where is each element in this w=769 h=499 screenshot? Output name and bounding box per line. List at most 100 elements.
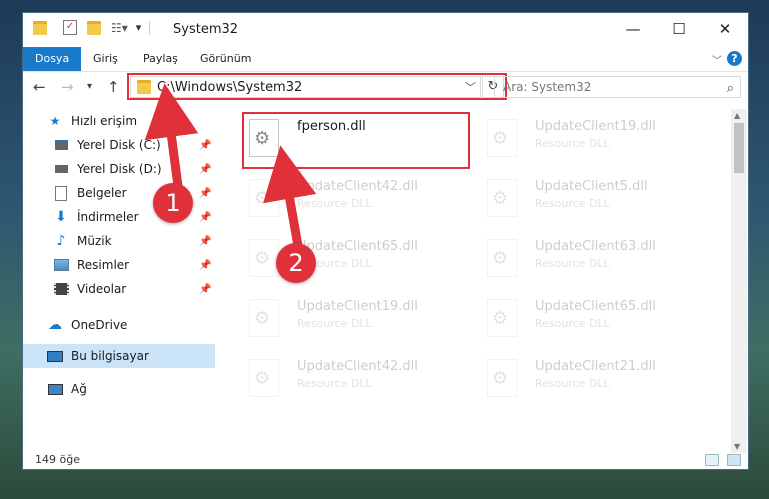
pin-icon[interactable]: 📌 [199,284,211,295]
star-icon: ★ [49,114,61,128]
drive-icon [53,161,69,177]
tab-share[interactable]: Paylaş [131,47,190,71]
address-bar[interactable]: C:\Windows\System32 ﹀ [130,76,481,98]
search-input[interactable]: Ara: System32 ⌕ [494,76,741,98]
sidebar-item-this-pc[interactable]: Bu bilgisayar [23,344,215,368]
address-path: C:\Windows\System32 [157,79,303,95]
download-icon: ⬇ [55,209,67,225]
sidebar-item-label: İndirmeler [77,210,139,224]
dll-file-icon [249,359,279,397]
file-item[interactable]: UpdateClient19.dll Resource DLL [237,293,467,343]
file-type: Resource DLL [297,197,372,210]
file-item[interactable]: UpdateClient63.dll Resource DLL [475,233,705,283]
address-dropdown-icon[interactable]: ﹀ [465,79,476,95]
file-item[interactable]: UpdateClient65.dll Resource DLL [475,293,705,343]
pin-icon[interactable]: 📌 [199,212,211,223]
sidebar-item-label: Ağ [71,382,87,396]
file-type: Resource DLL [535,317,610,330]
dll-file-icon [249,179,279,217]
file-type: Resource DLL [535,377,610,390]
back-arrow-icon[interactable]: ← [33,78,46,96]
dll-file-icon [249,299,279,337]
sidebar-item-pictures[interactable]: Resimler 📌 [23,253,215,277]
sidebar-item-disk-c[interactable]: Yerel Disk (C:) 📌 [23,133,215,157]
scroll-up-icon[interactable]: ▲ [734,111,740,120]
drive-icon [53,137,69,153]
file-highlight-box [242,112,470,169]
pin-icon[interactable]: 📌 [199,236,211,247]
search-icon[interactable]: ⌕ [727,79,734,99]
sidebar-item-label: Videolar [77,282,127,296]
help-icon[interactable]: ? [727,51,742,66]
file-item[interactable]: UpdateClient42.dll Resource DLL [237,353,467,403]
pin-icon[interactable]: 📌 [199,188,211,199]
file-item[interactable]: UpdateClient5.dll Resource DLL [475,173,705,223]
chevron-down-icon[interactable]: ﹀ [712,52,722,67]
item-count: 149 öğe [35,453,80,466]
title-bar: ✓ ☷▾ ▾ System32 — ☐ ✕ [23,13,748,47]
file-name: UpdateClient65.dll [535,299,656,314]
minimize-button[interactable]: — [610,13,656,45]
sidebar-item-label: Hızlı erişim [71,114,138,128]
customize-toolbar-icon[interactable]: ▾ [136,21,142,34]
status-bar: 149 öğe [23,453,748,469]
tab-home[interactable]: Giriş [81,47,130,71]
details-view-icon[interactable] [705,454,719,466]
sidebar-item-network[interactable]: Ağ [23,377,215,401]
toolbar-divider [149,20,151,35]
close-button[interactable]: ✕ [702,13,748,45]
sidebar-item-label: Yerel Disk (C:) [77,138,161,152]
large-icons-view-icon[interactable] [727,454,741,466]
file-name: UpdateClient65.dll [297,239,418,254]
file-item[interactable]: UpdateClient42.dll Resource DLL [237,173,467,223]
forward-arrow-icon[interactable]: → [61,78,74,96]
file-item[interactable]: UpdateClient65.dll Resource DLL [237,233,467,283]
recent-locations-icon[interactable]: ▾ [87,81,92,92]
step-2-badge: 2 [276,243,316,283]
tab-file[interactable]: Dosya [23,47,82,71]
file-name: UpdateClient19.dll [297,299,418,314]
file-name: UpdateClient42.dll [297,359,418,374]
step-1-badge: 1 [153,183,193,223]
file-type: Resource DLL [535,137,610,150]
file-name: UpdateClient21.dll [535,359,656,374]
dll-file-icon [487,119,517,157]
dll-file-icon [487,299,517,337]
file-name: UpdateClient19.dll [535,119,656,134]
maximize-button[interactable]: ☐ [656,13,702,45]
sidebar-item-music[interactable]: ♪ Müzik 📌 [23,229,215,253]
sidebar-item-label: Yerel Disk (D:) [77,162,162,176]
sidebar-item-onedrive[interactable]: ☁ OneDrive [23,313,215,337]
new-folder-icon[interactable] [87,20,101,35]
sidebar-item-videos[interactable]: Videolar 📌 [23,277,215,301]
videos-icon [53,281,69,297]
properties-icon[interactable]: ✓ [63,20,77,35]
folder-icon [137,80,151,94]
scroll-down-icon[interactable]: ▼ [734,442,740,451]
file-type: Resource DLL [297,377,372,390]
sidebar-item-label: Bu bilgisayar [71,349,149,363]
pin-icon[interactable]: 📌 [199,140,211,151]
view-menu-icon[interactable]: ☷▾ [111,21,128,35]
dll-file-icon [487,359,517,397]
sidebar-item-quick-access[interactable]: ★ Hızlı erişim [23,109,215,133]
sidebar-item-label: Müzik [77,234,112,248]
vertical-scrollbar[interactable]: ▲ ▼ [731,109,747,453]
pin-icon[interactable]: 📌 [199,260,211,271]
dll-file-icon [487,239,517,277]
scrollbar-thumb[interactable] [734,123,744,173]
sidebar-item-label: Resimler [77,258,130,272]
folder-icon [33,20,47,35]
tab-view[interactable]: Görünüm [188,47,263,71]
documents-icon [53,185,69,201]
up-arrow-icon[interactable]: ↑ [107,78,120,96]
pin-icon[interactable]: 📌 [199,164,211,175]
file-item[interactable]: UpdateClient21.dll Resource DLL [475,353,705,403]
file-item[interactable]: UpdateClient19.dll Resource DLL [475,113,705,163]
file-type: Resource DLL [535,197,610,210]
file-type: Resource DLL [535,257,610,270]
sidebar-item-disk-d[interactable]: Yerel Disk (D:) 📌 [23,157,215,181]
search-placeholder: Ara: System32 [503,80,592,94]
dll-file-icon [249,239,279,277]
file-name: UpdateClient5.dll [535,179,648,194]
